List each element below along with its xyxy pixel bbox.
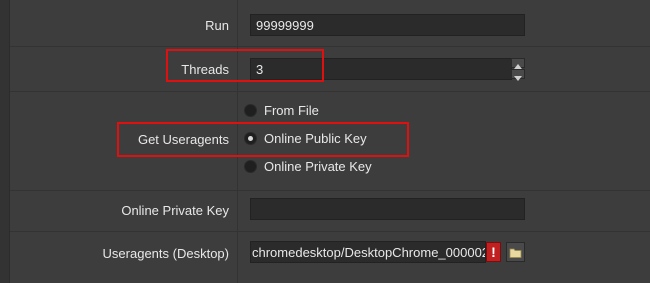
left-gutter bbox=[0, 0, 10, 283]
useragents-highlight bbox=[117, 122, 409, 157]
private-key-input[interactable] bbox=[250, 198, 525, 220]
radio-from-file-button[interactable] bbox=[244, 104, 257, 117]
spin-down-icon[interactable] bbox=[511, 69, 525, 81]
folder-icon[interactable] bbox=[506, 242, 525, 262]
run-label: Run bbox=[205, 18, 229, 33]
useragents-desktop-input[interactable]: chromedesktop/DesktopChrome_000002.txt bbox=[250, 241, 486, 263]
radio-from-file-label: From File bbox=[264, 103, 319, 118]
radio-online-private-key-label: Online Private Key bbox=[264, 159, 372, 174]
run-input[interactable]: 99999999 bbox=[250, 14, 525, 36]
spin-up-icon[interactable] bbox=[511, 58, 525, 69]
radio-online-private-key-button[interactable] bbox=[244, 160, 257, 173]
useragents-desktop-label: Useragents (Desktop) bbox=[102, 246, 229, 261]
threads-spinner[interactable] bbox=[511, 58, 525, 81]
exclamation-icon[interactable]: ! bbox=[486, 242, 501, 262]
run-value: 99999999 bbox=[256, 18, 314, 33]
threads-highlight bbox=[166, 49, 324, 82]
useragents-desktop-value: chromedesktop/DesktopChrome_000002.txt bbox=[252, 245, 486, 260]
private-key-label: Online Private Key bbox=[121, 203, 229, 218]
